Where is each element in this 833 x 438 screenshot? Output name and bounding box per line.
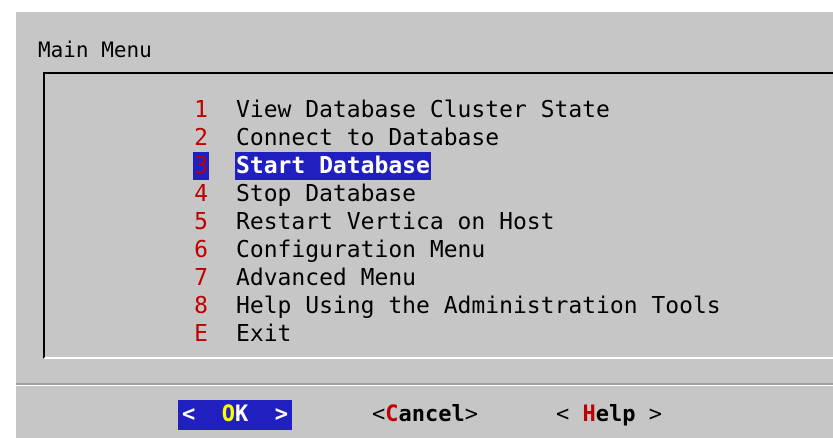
- menu-item-exit[interactable]: E Exit: [193, 320, 722, 348]
- ok-button-hotkey: O: [221, 402, 235, 427]
- dialog-title: Main Menu: [38, 38, 152, 62]
- menu-item-help-admin-tools[interactable]: 8 Help Using the Administration Tools: [193, 292, 722, 320]
- help-button-label: elp: [595, 402, 636, 427]
- menu-item-label: View Database Cluster State: [236, 97, 610, 123]
- help-button-left-bracket: <: [556, 402, 583, 427]
- menu-item-view-cluster-state[interactable]: 1 View Database Cluster State: [193, 96, 722, 124]
- menu-item-key: 7: [194, 265, 208, 291]
- menu-list: 1 View Database Cluster State 2 Connect …: [193, 96, 722, 348]
- menu-item-label: Exit: [236, 321, 292, 347]
- menu-item-key: 8: [194, 293, 208, 319]
- menu-item-stop-database[interactable]: 4 Stop Database: [193, 180, 722, 208]
- cancel-button-label: ancel: [398, 402, 465, 427]
- menu-item-label: Connect to Database: [236, 125, 500, 151]
- menu-item-label: Start Database: [235, 152, 431, 180]
- menu-item-advanced-menu[interactable]: 7 Advanced Menu: [193, 264, 722, 292]
- menu-item-label: Stop Database: [236, 181, 417, 207]
- cancel-button-right-bracket: >: [464, 402, 478, 427]
- menu-item-key: 5: [194, 209, 208, 235]
- menu-item-restart-vertica[interactable]: 5 Restart Vertica on Host: [193, 208, 722, 236]
- cancel-button-hotkey: C: [385, 402, 399, 427]
- menu-item-key: 6: [194, 237, 208, 263]
- help-button[interactable]: < Help >: [556, 400, 662, 430]
- menu-item-key: 2: [194, 125, 208, 151]
- main-menu-dialog: Main Menu 1 View Database Cluster State …: [14, 10, 833, 438]
- ok-button[interactable]: < OK >: [178, 400, 292, 430]
- menu-item-start-database[interactable]: 3 Start Database: [193, 152, 722, 180]
- cancel-button-left-bracket: <: [372, 402, 386, 427]
- menu-item-connect-database[interactable]: 2 Connect to Database: [193, 124, 722, 152]
- menu-item-label: Help Using the Administration Tools: [236, 293, 721, 319]
- ok-button-label: K: [235, 402, 249, 427]
- menu-box: 1 View Database Cluster State 2 Connect …: [43, 72, 833, 359]
- menu-item-label: Restart Vertica on Host: [236, 209, 555, 235]
- ok-button-right-bracket: >: [248, 402, 288, 427]
- menu-item-key: 1: [194, 97, 208, 123]
- help-button-right-bracket: >: [635, 402, 662, 427]
- menu-item-label: Advanced Menu: [236, 265, 417, 291]
- menu-item-label: Configuration Menu: [236, 237, 486, 263]
- menu-item-configuration-menu[interactable]: 6 Configuration Menu: [193, 236, 722, 264]
- menu-item-key: 3: [193, 152, 209, 180]
- button-bar: < OK > <Cancel> < Help >: [16, 400, 833, 430]
- ok-button-left-bracket: <: [182, 402, 222, 427]
- menu-item-key: 4: [194, 181, 208, 207]
- help-button-hotkey: H: [582, 402, 596, 427]
- button-separator: [16, 383, 833, 386]
- cancel-button[interactable]: <Cancel>: [372, 400, 478, 430]
- menu-item-key: E: [194, 321, 208, 347]
